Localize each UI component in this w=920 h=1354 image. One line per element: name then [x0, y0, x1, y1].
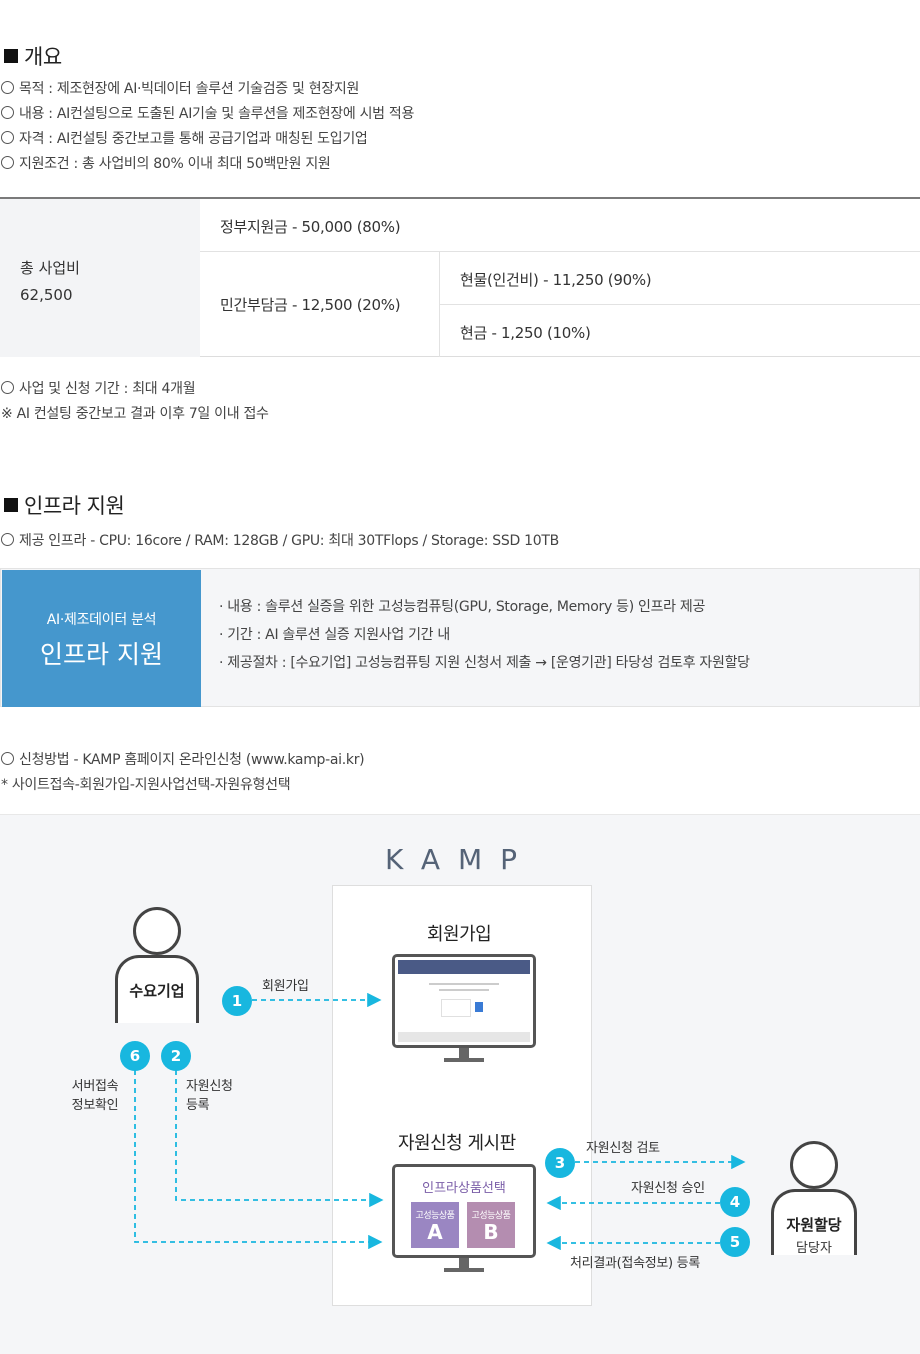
budget-total-value: 62,500: [20, 286, 73, 304]
step-2-badge: 2: [161, 1041, 191, 1071]
budget-total-label: 총 사업비: [20, 259, 80, 277]
square-bullet-icon: [4, 49, 18, 63]
signup-screen-form: [439, 989, 489, 991]
signup-monitor-icon: [392, 954, 536, 1048]
budget-in-kind: 현물(인건비) - 11,250 (90%): [460, 271, 652, 289]
step-4-label: 자원신청 승인: [631, 1181, 705, 1196]
overview-title: 개요: [4, 41, 62, 71]
period-info: 사업 및 신청 기간 : 최대 4개월 ※ AI 컨설팅 중간보고 결과 이후 …: [1, 377, 269, 427]
circle-bullet-icon: [1, 106, 14, 119]
step-1-label: 회원가입: [262, 979, 309, 994]
step-5-label: 처리결과(접속정보) 등록: [570, 1256, 700, 1271]
signup-title: 회원가입: [427, 924, 492, 945]
step-6-label: 서버접속 정보확인: [71, 1079, 119, 1113]
manager-body-icon: 자원할당 담당자: [771, 1189, 857, 1256]
step-5-badge: 5: [720, 1227, 750, 1257]
list-item: 내용 : AI컨설팅으로 도출된 AI기술 및 솔루션을 제조현장에 시범 적용: [1, 102, 414, 127]
budget-cash: 현금 - 1,250 (10%): [460, 324, 591, 342]
apply-info: 신청방법 - KAMP 홈페이지 온라인신청 (www.kamp-ai.kr) …: [1, 748, 365, 798]
infra-spec: 제공 인프라 - CPU: 16core / RAM: 128GB / GPU:…: [1, 529, 559, 554]
infra-box-small: AI·제조데이터 분석: [46, 612, 157, 628]
circle-bullet-icon: [1, 752, 14, 765]
process-diagram: KAMP 수요기업 1 회원가입 6 2 서버접속 정보확인 자원신청 등록 회…: [0, 814, 920, 1354]
overview-list: 목적 : 제조현장에 AI·빅데이터 솔루션 기술검증 및 현장지원 내용 : …: [1, 77, 414, 177]
divider: [200, 251, 920, 252]
step-4-badge: 4: [720, 1187, 750, 1217]
budget-table: 총 사업비 62,500 정부지원금 - 50,000 (80%) 민간부담금 …: [0, 197, 920, 357]
step-6-badge: 6: [120, 1041, 150, 1071]
manager-label-1: 자원할당: [786, 1216, 842, 1234]
step-2-label: 자원신청 등록: [186, 1079, 233, 1113]
detail-line: · 제공절차 : [수요기업] 고성능컴퓨팅 지원 신청서 제출 → [운영기관…: [219, 655, 750, 671]
overview-title-text: 개요: [24, 45, 62, 69]
detail-line: · 내용 : 솔루션 실증을 위한 고성능컴퓨팅(GPU, Storage, M…: [219, 599, 706, 615]
step-1-badge: 1: [222, 986, 252, 1016]
circle-bullet-icon: [1, 131, 14, 144]
demand-company-body-icon: 수요기업: [115, 955, 199, 1023]
square-bullet-icon: [4, 498, 18, 512]
product-select-label: 인프라상품선택: [422, 1181, 506, 1196]
infra-details: · 내용 : 솔루션 실증을 위한 고성능컴퓨팅(GPU, Storage, M…: [219, 593, 750, 677]
infra-title-text: 인프라 지원: [24, 494, 125, 518]
infra-box-big: 인프라 지원: [40, 640, 163, 669]
step-3-badge: 3: [545, 1148, 575, 1178]
signup-screen-form: [429, 983, 499, 985]
monitor-stand: [444, 1058, 484, 1062]
circle-bullet-icon: [1, 533, 14, 546]
product-a-card: 고성능상품 A: [411, 1202, 459, 1248]
divider: [440, 304, 920, 305]
list-item: 목적 : 제조현장에 AI·빅데이터 솔루션 기술검증 및 현장지원: [1, 77, 414, 102]
product-b-card: 고성능상품 B: [467, 1202, 515, 1248]
circle-bullet-icon: [1, 381, 14, 394]
circle-bullet-icon: [1, 81, 14, 94]
budget-gov: 정부지원금 - 50,000 (80%): [220, 218, 401, 236]
detail-line: · 기간 : AI 솔루션 실증 지원사업 기간 내: [219, 627, 450, 643]
budget-total-cell: 총 사업비 62,500: [0, 199, 200, 357]
manager-head-icon: [790, 1141, 838, 1189]
infra-title: 인프라 지원: [4, 490, 125, 520]
budget-private: 민간부담금 - 12,500 (20%): [220, 296, 401, 314]
board-monitor-icon: 인프라상품선택 고성능상품 A 고성능상품 B: [392, 1164, 536, 1258]
signup-screen-header: [398, 960, 530, 974]
manager-label-2: 담당자: [796, 1241, 832, 1256]
infra-box-label: AI·제조데이터 분석 인프라 지원: [2, 570, 201, 707]
signup-screen-box: [441, 999, 471, 1017]
arrow-step6: [134, 1070, 383, 1250]
list-item: 지원조건 : 총 사업비의 80% 이내 최대 50백만원 지원: [1, 152, 414, 177]
infra-box: AI·제조데이터 분석 인프라 지원 · 내용 : 솔루션 실증을 위한 고성능…: [0, 568, 920, 707]
flow-arrows: [134, 992, 746, 1251]
circle-bullet-icon: [1, 156, 14, 169]
note-line: * 사이트접속-회원가입-지원사업선택-자원유형선택: [1, 777, 291, 793]
demand-company-label: 수요기업: [129, 982, 185, 1000]
list-item: 자격 : AI컨설팅 중간보고를 통해 공급기업과 매칭된 도입기업: [1, 127, 414, 152]
demand-company-head-icon: [133, 907, 181, 955]
step-3-label: 자원신청 검토: [586, 1141, 660, 1156]
board-title: 자원신청 게시판: [398, 1133, 516, 1154]
signup-screen-button: [475, 1002, 483, 1012]
signup-screen-footer: [398, 1032, 530, 1042]
list-item: 사업 및 신청 기간 : 최대 4개월: [1, 377, 269, 402]
list-item: 신청방법 - KAMP 홈페이지 온라인신청 (www.kamp-ai.kr): [1, 748, 365, 773]
note-line: ※ AI 컨설팅 중간보고 결과 이후 7일 이내 접수: [1, 406, 269, 422]
monitor-stand: [444, 1268, 484, 1272]
